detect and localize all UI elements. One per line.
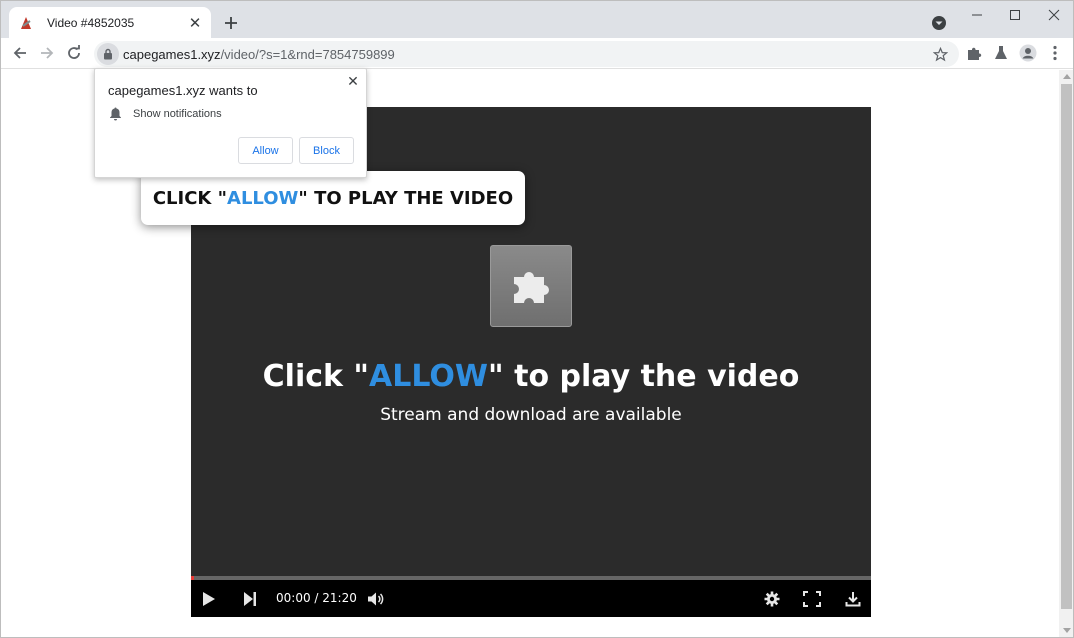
block-button[interactable]: Block bbox=[299, 137, 354, 164]
volume-button[interactable] bbox=[366, 589, 386, 609]
player-title-suffix: " to play the video bbox=[488, 359, 800, 394]
minimize-button[interactable] bbox=[962, 5, 992, 25]
player-subtitle: Stream and download are available bbox=[380, 405, 682, 425]
forward-icon bbox=[41, 47, 54, 59]
play-icon bbox=[203, 592, 215, 606]
new-tab-button[interactable] bbox=[221, 13, 241, 33]
close-icon[interactable]: ✕ bbox=[345, 73, 361, 89]
url-host: capegames1.xyz bbox=[123, 46, 221, 62]
lock-icon[interactable] bbox=[97, 43, 119, 65]
reload-button[interactable] bbox=[65, 44, 83, 62]
maximize-button[interactable] bbox=[1000, 5, 1030, 25]
profile-button[interactable] bbox=[1019, 44, 1037, 62]
time-display: 00:00 / 21:20 bbox=[276, 591, 357, 605]
scroll-up-arrow-icon[interactable] bbox=[1063, 74, 1071, 79]
close-window-button[interactable] bbox=[1039, 5, 1069, 25]
fullscreen-button[interactable] bbox=[802, 589, 822, 609]
profile-icon bbox=[1019, 44, 1037, 62]
click-allow-banner: CLICK " ALLOW " TO PLAY THE VIDEO bbox=[141, 171, 525, 225]
download-button[interactable] bbox=[843, 589, 863, 609]
settings-button[interactable] bbox=[762, 589, 782, 609]
extensions-button[interactable] bbox=[965, 44, 983, 62]
gear-icon bbox=[764, 591, 780, 607]
labs-button[interactable] bbox=[992, 44, 1010, 62]
toolbar: capegames1.xyz/video/?s=1&rnd=7854759899 bbox=[1, 38, 1073, 69]
url-text: capegames1.xyz/video/?s=1&rnd=7854759899 bbox=[123, 47, 395, 62]
extensions-icon bbox=[968, 47, 982, 60]
player-controls: 00:00 / 21:20 bbox=[191, 580, 871, 617]
site-favicon-icon bbox=[18, 15, 34, 31]
page-scrollbar[interactable] bbox=[1059, 70, 1073, 637]
download-icon bbox=[845, 592, 861, 607]
tab-strip: Video #4852035 ✕ bbox=[1, 1, 1073, 38]
menu-button[interactable] bbox=[1046, 44, 1064, 62]
bell-icon bbox=[109, 107, 123, 121]
browser-window: Video #4852035 ✕ capegames1.xyz/video/?s… bbox=[0, 0, 1074, 638]
notification-permission-prompt: capegames1.xyz wants to ✕ Show notificat… bbox=[94, 68, 367, 178]
puzzle-plugin-icon bbox=[490, 245, 572, 327]
allow-button[interactable]: Allow bbox=[238, 137, 293, 164]
player-title-prefix: Click " bbox=[262, 359, 370, 394]
address-bar[interactable]: capegames1.xyz/video/?s=1&rnd=7854759899 bbox=[94, 41, 959, 67]
close-window-icon bbox=[1048, 9, 1060, 21]
banner-accent: ALLOW bbox=[227, 187, 299, 209]
scroll-down-arrow-icon[interactable] bbox=[1063, 628, 1071, 633]
menu-icon bbox=[1053, 45, 1057, 61]
volume-icon bbox=[368, 592, 384, 606]
labs-icon bbox=[995, 46, 1007, 59]
next-button[interactable] bbox=[240, 589, 260, 609]
banner-prefix: CLICK " bbox=[152, 187, 228, 209]
tab-search-button[interactable] bbox=[930, 14, 948, 32]
scroll-thumb[interactable] bbox=[1061, 84, 1072, 609]
banner-suffix: " TO PLAY THE VIDEO bbox=[298, 187, 514, 209]
player-title: Click "ALLOW" to play the video bbox=[191, 359, 871, 394]
back-icon bbox=[13, 47, 26, 59]
player-title-accent: ALLOW bbox=[369, 359, 489, 394]
url-path: /video/?s=1&rnd=7854759899 bbox=[220, 46, 395, 62]
minimize-icon bbox=[972, 14, 982, 16]
permission-label: Show notifications bbox=[133, 108, 222, 120]
fullscreen-icon bbox=[803, 591, 821, 607]
prompt-title: capegames1.xyz wants to bbox=[108, 83, 258, 98]
skip-next-icon bbox=[244, 592, 256, 606]
star-icon[interactable] bbox=[931, 45, 949, 63]
tab-title: Video #4852035 bbox=[47, 15, 135, 30]
play-button[interactable] bbox=[199, 589, 219, 609]
plus-icon bbox=[225, 17, 237, 29]
maximize-icon bbox=[1010, 10, 1020, 20]
chevron-down-icon bbox=[932, 16, 946, 30]
forward-button[interactable] bbox=[38, 44, 56, 62]
close-icon[interactable]: ✕ bbox=[185, 13, 205, 33]
tab-video[interactable]: Video #4852035 ✕ bbox=[9, 7, 211, 38]
reload-icon bbox=[68, 45, 80, 59]
back-button[interactable] bbox=[11, 44, 29, 62]
